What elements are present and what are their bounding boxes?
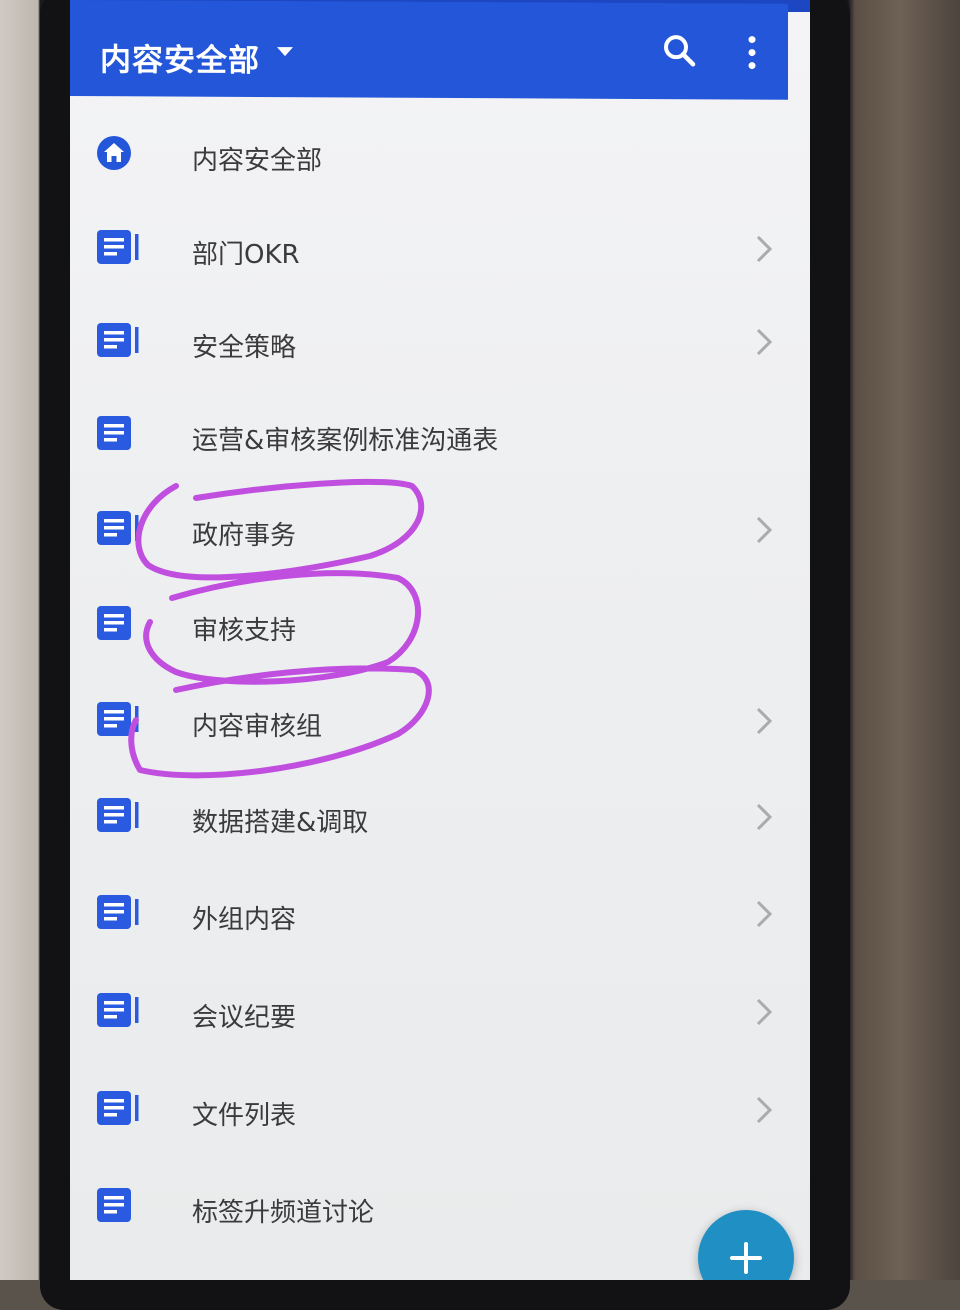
list-item[interactable]: 安全策略 [70,283,810,379]
list-item-label: 审核支持 [192,616,297,646]
list-item-label: 部门OKR [192,240,300,270]
chevron-right-icon[interactable] [752,1095,776,1125]
list-item-label: 内容安全部 [192,146,323,176]
home-icon [97,136,131,170]
list-item-label: 外组内容 [192,905,297,935]
document-icon [97,1188,131,1222]
list-item[interactable]: 内容安全部 [70,96,810,192]
document-icon [97,230,139,264]
list-item-label: 会议纪要 [192,1003,297,1033]
list-item[interactable]: 运营&审核案例标准沟通表 [70,376,810,472]
document-icon [97,511,139,545]
search-icon[interactable] [660,31,700,71]
plus-icon [730,1242,762,1274]
list-item-label: 运营&审核案例标准沟通表 [192,426,499,456]
document-icon [97,702,139,736]
page-title[interactable]: 内容安全部 [100,34,260,80]
list-item-label: 内容审核组 [192,712,323,742]
chevron-right-icon[interactable] [752,327,776,357]
document-icon [97,323,139,357]
list-item[interactable]: 外组内容 [70,855,810,951]
list-item-label: 数据搭建&调取 [192,808,369,838]
list-item-label: 标签升频道讨论 [192,1198,375,1228]
list-item[interactable]: 审核支持 [70,566,810,662]
list-item[interactable]: 政府事务 [70,471,810,567]
list-item-label: 文件列表 [192,1101,297,1131]
document-icon [97,416,131,450]
list-item[interactable]: 会议纪要 [70,953,810,1049]
chevron-right-icon[interactable] [752,802,776,832]
app-bar: 内容安全部 [70,0,788,100]
chevron-right-icon[interactable] [752,515,776,545]
chevron-right-icon[interactable] [752,234,776,264]
more-vert-icon[interactable] [740,32,764,74]
list-item-label: 政府事务 [192,521,297,551]
list-item[interactable]: 部门OKR [70,190,810,286]
chevron-right-icon[interactable] [752,997,776,1027]
document-icon [97,1091,139,1125]
list-item[interactable]: 文件列表 [70,1051,810,1147]
phone-screen: 内容安全部 内容安全部部门OKR 安全策略运营&审核案例标准沟通表 政府事务审核支持… [70,0,810,1280]
chevron-right-icon[interactable] [752,899,776,929]
list-item[interactable]: 数据搭建&调取 [70,758,810,854]
document-icon [97,606,131,640]
list-item[interactable]: 标签升频道讨论 [70,1148,810,1244]
list-item[interactable]: 内容审核组 [70,662,810,758]
caret-down-icon[interactable] [277,47,293,57]
list-item-label: 安全策略 [192,333,297,363]
chevron-right-icon[interactable] [752,706,776,736]
document-icon [97,895,139,929]
document-icon [97,798,139,832]
document-icon [97,993,139,1027]
